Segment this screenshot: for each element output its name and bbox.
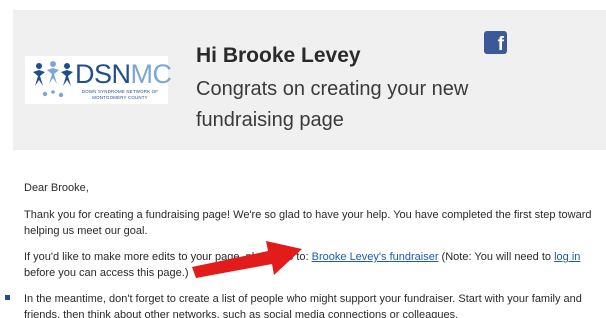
- note-text: (Note: You will need to: [438, 251, 555, 263]
- email-body: Dear Brooke, Thank you for creating a fu…: [24, 180, 604, 318]
- logo-name-mc: MC: [130, 59, 173, 89]
- fundraiser-link[interactable]: Brooke Levey's fundraiser: [312, 251, 439, 263]
- thank-you-paragraph: Thank you for creating a fundraising pag…: [24, 209, 592, 237]
- logo-tagline: DOWN SYNDROME NETWORK OF MONTGOMERY COUN…: [81, 89, 159, 100]
- salutation: Dear Brooke,: [24, 182, 89, 194]
- logo-wordmark: DSNMC: [75, 59, 172, 89]
- bullet-marker: [5, 295, 10, 300]
- dsnmc-logo: DSNMC DOWN SYNDROME NETWORK OF MONTGOMER…: [25, 56, 172, 104]
- email-header: DSNMC DOWN SYNDROME NETWORK OF MONTGOMER…: [13, 10, 606, 150]
- people-figures-icon: [33, 61, 73, 98]
- greeting-heading: Hi Brooke Levey: [196, 44, 361, 67]
- logo-name-dsn: DSN: [75, 59, 131, 89]
- email-card: DSNMC DOWN SYNDROME NETWORK OF MONTGOMER…: [13, 10, 606, 318]
- congrats-subtitle: Congrats on creating your new fundraisin…: [196, 78, 469, 131]
- access-note-text: before you can access this page.): [24, 267, 189, 279]
- red-arrow-icon: [192, 241, 302, 278]
- facebook-icon[interactable]: f: [484, 31, 507, 54]
- login-link[interactable]: log in: [554, 251, 580, 263]
- edit-page-paragraph: If you'd like to make more edits to your…: [24, 249, 604, 281]
- meantime-paragraph: In the meantime, don't forget to create …: [24, 293, 582, 318]
